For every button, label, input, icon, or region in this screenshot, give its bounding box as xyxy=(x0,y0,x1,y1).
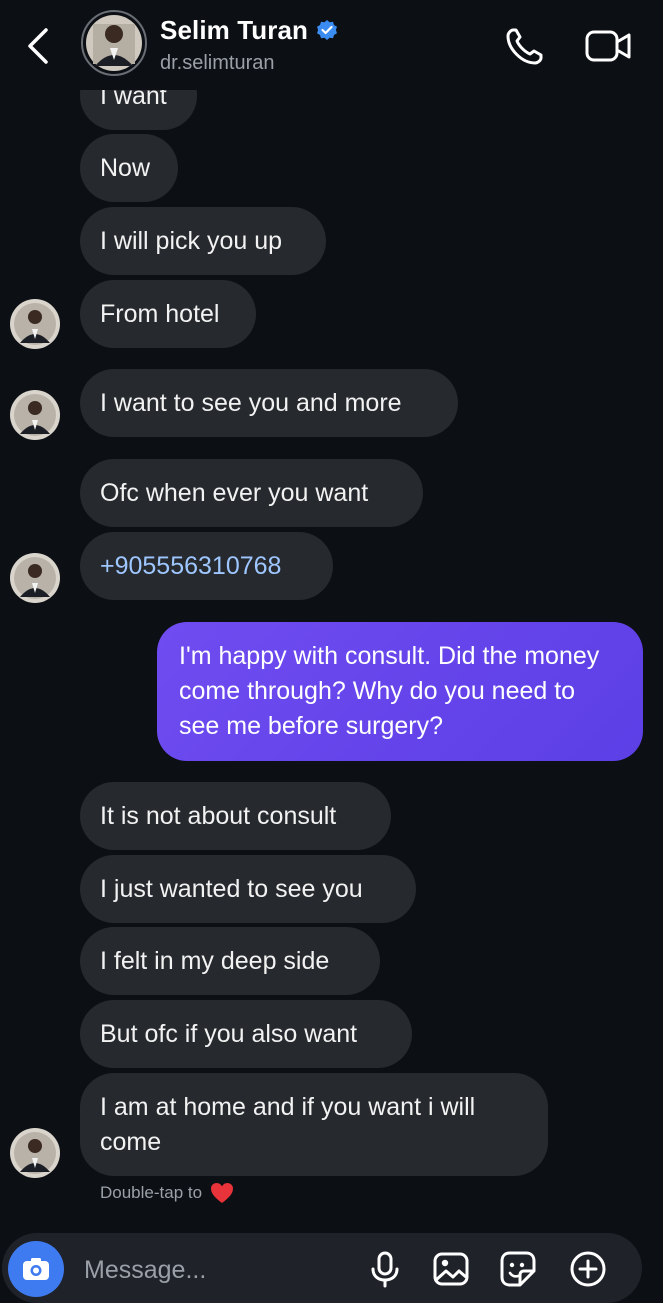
message-input[interactable] xyxy=(82,1251,356,1289)
sender-avatar[interactable] xyxy=(10,390,60,440)
message-bubble[interactable]: I just wanted to see you xyxy=(80,855,416,923)
message-bubble[interactable]: I will pick you up xyxy=(80,207,326,275)
message-bubble[interactable]: Now xyxy=(80,134,178,202)
message-bubble[interactable]: Ofc when ever you want xyxy=(80,459,423,527)
conversation-header: Selim Turan dr.selimturan xyxy=(0,0,663,90)
message-thread: I want Now I will pick you up From hotel… xyxy=(0,0,663,1292)
contact-name-row[interactable]: Selim Turan xyxy=(160,15,339,46)
message-bubble[interactable]: But ofc if you also want xyxy=(80,1000,412,1068)
composer-bar xyxy=(2,1233,642,1303)
message-text: Now xyxy=(100,153,151,182)
verified-badge-icon xyxy=(317,19,337,40)
heart-icon xyxy=(211,1183,234,1203)
message-text: I am at home and if you want i will come xyxy=(100,1092,476,1156)
profile-avatar[interactable] xyxy=(81,10,147,76)
message-text: I want to see you and more xyxy=(100,388,402,417)
message-text: I will pick you up xyxy=(100,226,283,255)
message-text: I just wanted to see you xyxy=(100,874,363,903)
sent-message-bubble[interactable]: I'm happy with consult. Did the money co… xyxy=(157,622,643,761)
message-bubble[interactable]: I am at home and if you want i will come xyxy=(80,1073,548,1176)
message-text: It is not about consult xyxy=(100,801,337,830)
contact-username[interactable]: dr.selimturan xyxy=(160,52,275,75)
message-composer xyxy=(0,1231,663,1303)
camera-button[interactable] xyxy=(8,1241,64,1297)
reaction-hint-text: Double-tap to xyxy=(100,1183,203,1202)
message-text: But ofc if you also want xyxy=(100,1019,358,1048)
phone-number-link[interactable]: +905556310768 xyxy=(80,532,333,600)
sender-avatar[interactable] xyxy=(10,553,60,603)
message-bubble[interactable]: It is not about consult xyxy=(80,782,391,850)
contact-name: Selim Turan xyxy=(160,15,308,45)
sender-avatar[interactable] xyxy=(10,1128,60,1178)
camera-icon xyxy=(23,1258,49,1280)
back-chevron-icon[interactable] xyxy=(22,26,54,66)
message-text: I'm happy with consult. Did the money co… xyxy=(179,642,600,740)
image-icon[interactable] xyxy=(431,1249,471,1289)
microphone-icon[interactable] xyxy=(365,1249,405,1289)
sender-avatar[interactable] xyxy=(10,299,60,349)
phone-icon[interactable] xyxy=(504,27,548,67)
sticker-icon[interactable] xyxy=(498,1249,538,1289)
video-camera-icon[interactable] xyxy=(584,27,634,65)
message-bubble[interactable]: I felt in my deep side xyxy=(80,927,380,995)
message-text: +905556310768 xyxy=(100,551,282,580)
plus-icon[interactable] xyxy=(568,1249,608,1289)
message-bubble[interactable]: I want to see you and more xyxy=(80,369,458,437)
message-text: Ofc when ever you want xyxy=(100,478,369,507)
message-bubble[interactable]: From hotel xyxy=(80,280,256,348)
reaction-hint: Double-tap to xyxy=(100,1182,234,1204)
message-text: I felt in my deep side xyxy=(100,946,330,975)
message-text: From hotel xyxy=(100,299,220,328)
